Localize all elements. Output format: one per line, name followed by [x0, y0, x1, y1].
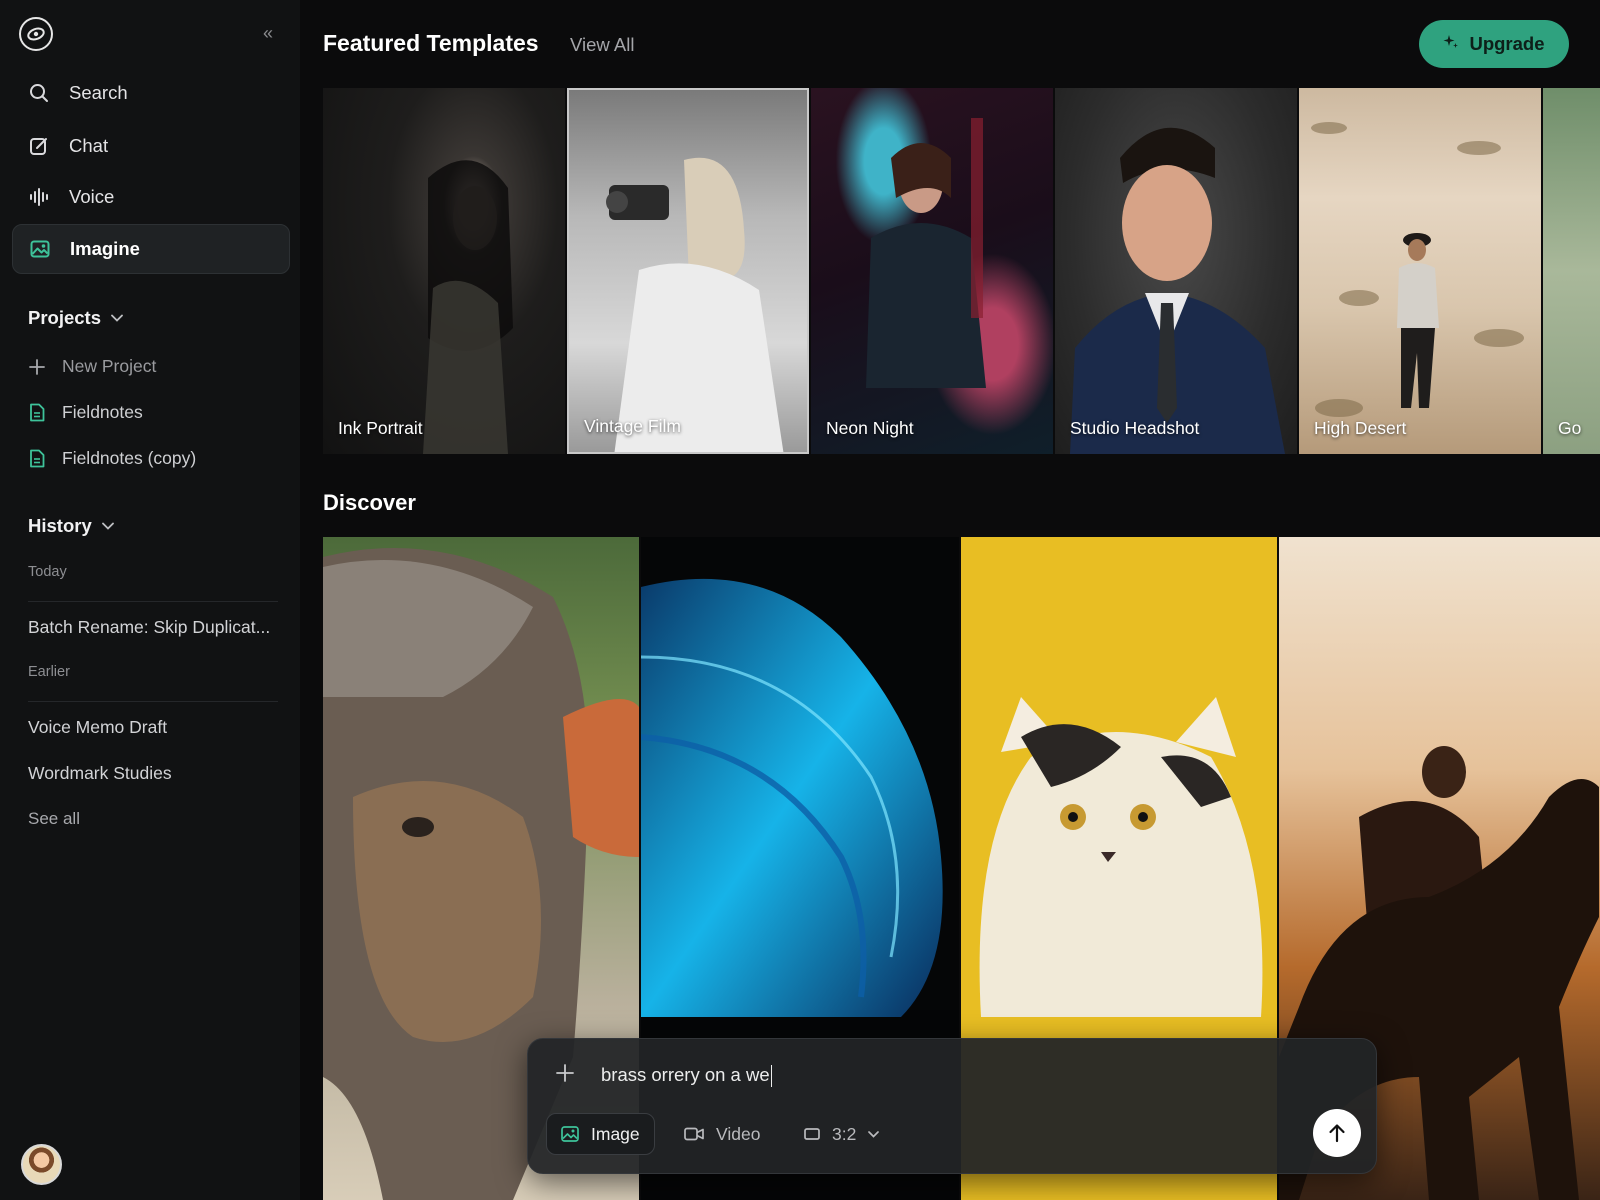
nav-voice[interactable]: Voice — [12, 172, 290, 222]
avatar[interactable] — [21, 1144, 62, 1185]
mode-image-button[interactable]: Image — [546, 1113, 655, 1155]
photographer-image — [606, 157, 784, 452]
chevron-down-icon — [111, 311, 123, 325]
prompt-text: brass orrery on a we — [601, 1064, 770, 1085]
template-label: Ink Portrait — [338, 418, 423, 438]
project-label: Fieldnotes — [62, 402, 143, 422]
nav-chat[interactable]: Chat — [12, 121, 290, 171]
add-attachment-button[interactable] — [556, 1063, 574, 1087]
template-label: Vintage Film — [584, 416, 681, 436]
nav-voice-label: Voice — [69, 186, 115, 207]
image-icon — [30, 239, 50, 259]
template-label: Studio Headshot — [1070, 418, 1200, 438]
divider — [28, 701, 278, 702]
text-cursor — [770, 1065, 773, 1088]
aspect-ratio-icon — [804, 1128, 820, 1140]
image-icon — [561, 1126, 579, 1142]
plus-icon — [28, 357, 46, 377]
collapse-sidebar-icon[interactable]: « — [258, 22, 278, 44]
template-card[interactable]: Vintage Film — [567, 88, 809, 454]
search-icon — [29, 83, 49, 103]
arrow-up-icon — [1329, 1124, 1345, 1143]
chevron-down-icon — [868, 1130, 880, 1138]
mode-video-button[interactable]: Video — [670, 1113, 774, 1155]
history-title: History — [28, 515, 92, 536]
desert-hiker-image — [1311, 122, 1524, 417]
aspect-ratio-value: 3:2 — [832, 1123, 857, 1144]
aspect-ratio-dropdown[interactable]: 3:2 — [790, 1113, 893, 1155]
history-item[interactable]: Batch Rename: Skip Duplicat... — [28, 617, 278, 638]
project-item-fieldnotes[interactable]: Fieldnotes — [28, 402, 143, 423]
neon-night-image — [866, 118, 986, 388]
featured-templates-row: Ink Portrait Vintage Film Neon Night Stu… — [323, 88, 1600, 455]
nav-search-label: Search — [69, 82, 128, 103]
history-header[interactable]: History — [28, 515, 114, 537]
new-project-button[interactable]: New Project — [28, 356, 156, 377]
page-title: Featured Templates — [323, 30, 539, 56]
new-project-label: New Project — [62, 356, 157, 376]
logo-icon[interactable] — [19, 17, 53, 51]
history-group-today: Today — [28, 564, 67, 580]
document-icon — [28, 403, 46, 423]
history-item[interactable]: Wordmark Studies — [28, 763, 278, 784]
plus-icon — [556, 1064, 574, 1082]
mode-image-label: Image — [591, 1123, 640, 1144]
template-card[interactable]: Ink Portrait — [323, 88, 565, 454]
document-icon — [28, 449, 46, 469]
headshot-image — [1070, 127, 1285, 454]
mode-video-label: Video — [716, 1123, 761, 1144]
history-item[interactable]: Voice Memo Draft — [28, 717, 278, 738]
sparkle-icon — [1443, 34, 1459, 55]
history-group-earlier: Earlier — [28, 664, 70, 680]
nav-imagine-label: Imagine — [70, 238, 140, 259]
chevron-down-icon — [101, 519, 114, 533]
discover-title: Discover — [323, 490, 416, 515]
main-content: Featured Templates View All Upgrade Ink … — [300, 0, 1600, 1200]
projects-header[interactable]: Projects — [28, 307, 123, 329]
template-card[interactable]: High Desert — [1299, 88, 1541, 454]
video-icon — [684, 1127, 704, 1141]
portrait-image — [423, 160, 513, 454]
template-card[interactable]: Studio Headshot — [1055, 88, 1297, 454]
send-button[interactable] — [1313, 1109, 1361, 1157]
prompt-input[interactable]: brass orrery on a we — [601, 1064, 773, 1088]
see-all-link[interactable]: See all — [28, 809, 80, 829]
template-card[interactable]: Neon Night — [811, 88, 1053, 454]
nav-chat-label: Chat — [69, 135, 109, 156]
project-label: Fieldnotes (copy) — [62, 448, 197, 468]
nav-search[interactable]: Search — [12, 68, 290, 118]
projects-title: Projects — [28, 307, 102, 328]
upgrade-label: Upgrade — [1469, 33, 1545, 54]
sidebar: « Search Chat Voice Imagine Projects New… — [0, 0, 300, 1200]
prompt-composer: brass orrery on a we Image Video 3:2 — [527, 1038, 1377, 1174]
waveform-icon — [29, 187, 49, 207]
nav-imagine[interactable]: Imagine — [12, 224, 290, 274]
template-label: Neon Night — [826, 418, 914, 438]
template-label: Go — [1558, 418, 1582, 438]
edit-icon — [29, 136, 49, 156]
template-label: High Desert — [1314, 418, 1407, 438]
view-all-link[interactable]: View All — [570, 34, 634, 56]
upgrade-button[interactable]: Upgrade — [1419, 20, 1569, 68]
template-card[interactable]: Go — [1543, 88, 1600, 454]
divider — [28, 601, 278, 602]
project-item-fieldnotes-copy[interactable]: Fieldnotes (copy) — [28, 448, 196, 469]
